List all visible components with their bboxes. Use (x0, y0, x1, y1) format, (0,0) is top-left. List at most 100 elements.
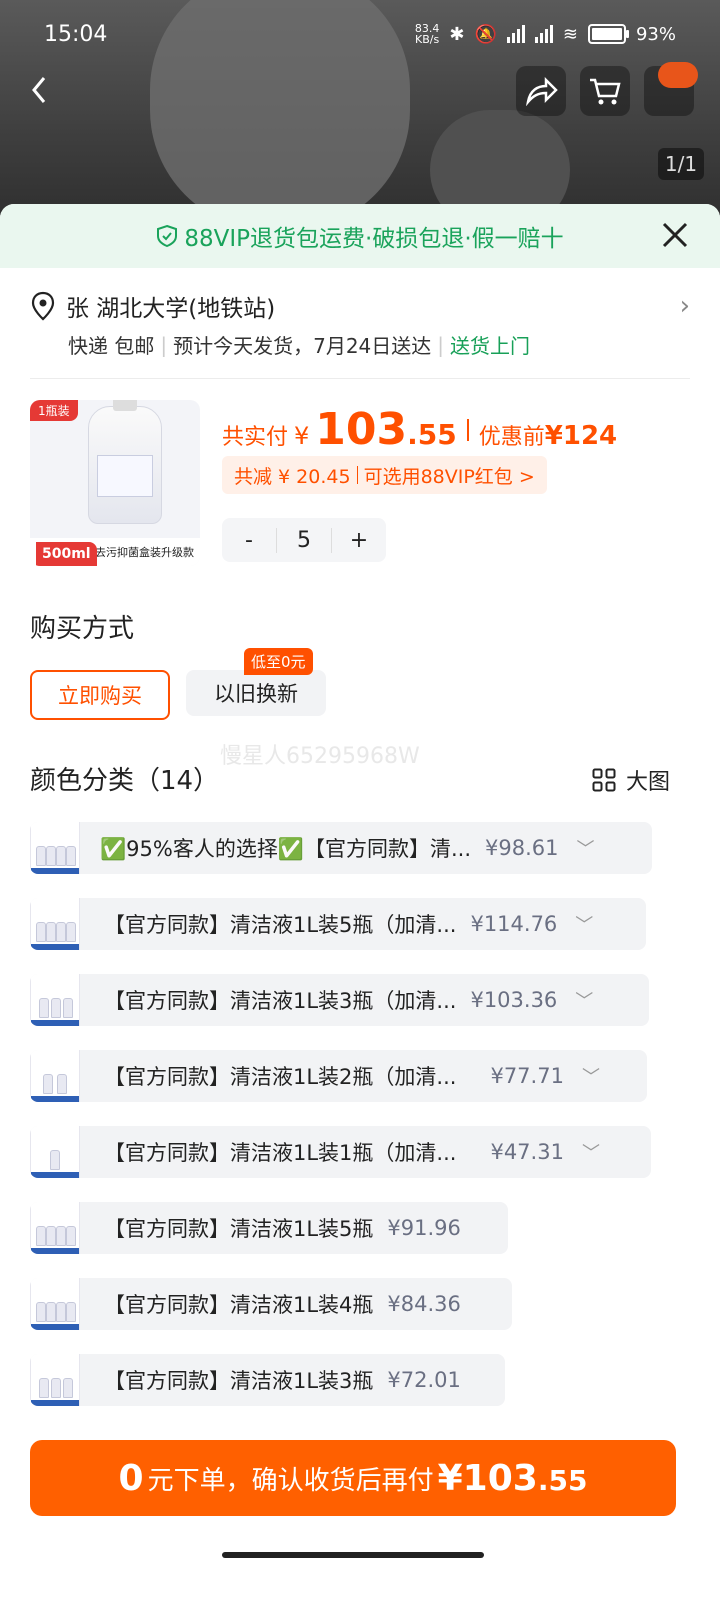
cta-amount-dec: .55 (537, 1463, 588, 1497)
buy-now-option[interactable]: 立即购买 (30, 670, 170, 720)
color-option[interactable]: 【官方同款】清洁液1L装3瓶（加清... ¥103.36 ﹀ (30, 974, 649, 1026)
color-title: 颜色分类（14） (30, 766, 220, 796)
option-price: ¥72.01 (387, 1368, 461, 1392)
close-icon (662, 222, 688, 248)
option-name: 【官方同款】清洁液1L装5瓶（加清... (104, 913, 457, 937)
currency: ¥ (294, 422, 310, 450)
option-name: 【官方同款】清洁液1L装4瓶 (104, 1293, 374, 1317)
chevron-left-icon (32, 77, 46, 103)
option-thumbnail (30, 1202, 80, 1254)
product-image-banner: 15:04 83.4 KB/s ✱ 🔕 ≋ 93% 1/1 (0, 0, 720, 220)
product-thumbnail[interactable]: 1瓶装 去污抑菌盒装升级款 500ml (30, 400, 200, 566)
price-decimal: .55 (407, 418, 457, 451)
option-name: 【官方同款】清洁液1L装3瓶 (104, 1369, 374, 1393)
trade-in-option[interactable]: 以旧换新 (186, 670, 326, 716)
color-option[interactable]: 【官方同款】清洁液1L装3瓶 ¥72.01 (30, 1354, 505, 1406)
option-name: ✅95%客人的选择✅【官方同款】清... (100, 837, 471, 861)
chevron-down-icon[interactable]: ﹀ (575, 987, 593, 1013)
signal-icon (534, 25, 553, 43)
image-pager: 1/1 (658, 148, 704, 180)
color-option[interactable]: 【官方同款】清洁液1L装4瓶 ¥84.36 (30, 1278, 512, 1330)
shield-check-icon (157, 224, 178, 248)
option-name: 【官方同款】清洁液1L装1瓶（加清... (104, 1141, 457, 1165)
close-button[interactable] (660, 220, 690, 250)
color-option[interactable]: ✅95%客人的选择✅【官方同款】清... ¥98.61 ﹀ (30, 822, 652, 874)
option-thumbnail (30, 898, 80, 950)
qty-minus-button[interactable]: - (222, 528, 276, 553)
qty-plus-button[interactable]: + (332, 528, 386, 553)
purchase-title: 购买方式 (30, 614, 135, 644)
color-option[interactable]: 【官方同款】清洁液1L装5瓶 ¥91.96 (30, 1202, 508, 1254)
address-text: 张 湖北大学(地铁站) (66, 296, 276, 322)
option-thumbnail (30, 1126, 80, 1178)
option-price: ¥84.36 (387, 1292, 461, 1316)
more-button[interactable] (644, 62, 698, 116)
qty-value[interactable]: 5 (276, 527, 332, 553)
discount-badge[interactable]: 共减 ¥ 20.45 可选用88VIP红包 > (222, 456, 547, 494)
option-price: ¥47.31 (490, 1140, 564, 1164)
battery-level: 93% (635, 23, 676, 45)
redpack-link: 可选用88VIP红包 > (363, 465, 535, 488)
option-name: 【官方同款】清洁液1L装2瓶（加清... (104, 1065, 457, 1089)
divider (30, 378, 690, 379)
net-speed: 83.4 KB/s (414, 22, 440, 46)
paid-label: 共实付 (222, 425, 289, 450)
quantity-stepper: - 5 + (222, 518, 386, 562)
vip-guarantee-text: 88VIP退货包运费·破损包退·假一赔十 (184, 226, 564, 252)
color-option[interactable]: 【官方同款】清洁液1L装5瓶（加清... ¥114.76 ﹀ (30, 898, 646, 950)
option-thumbnail (30, 1278, 80, 1330)
chevron-right-icon: › (679, 291, 690, 321)
cta-amount-int: ¥103 (437, 1457, 538, 1499)
mute-icon: 🔕 (474, 23, 497, 45)
share-icon (526, 76, 558, 106)
price-integer: 103 (315, 404, 408, 455)
option-name: 【官方同款】清洁液1L装5瓶 (104, 1217, 374, 1241)
discount-amount: 共减 ¥ 20.45 (234, 465, 351, 488)
vip-guarantee-bar: 88VIP退货包运费·破损包退·假一赔十 (0, 204, 720, 268)
before-value: ¥124 (544, 421, 618, 451)
option-name: 【官方同款】清洁液1L装3瓶（加清... (104, 989, 457, 1013)
cart-icon (590, 78, 621, 105)
trade-in-badge: 低至0元 (244, 648, 313, 675)
option-price: ¥103.36 (470, 988, 558, 1012)
cart-button[interactable] (580, 66, 630, 116)
chevron-down-icon[interactable]: ﹀ (576, 835, 594, 861)
home-indicator[interactable] (222, 1552, 484, 1558)
place-order-button[interactable]: 0 元下单，确认收货后再付 ¥103.55 (30, 1440, 676, 1516)
chevron-down-icon[interactable]: ﹀ (575, 911, 593, 937)
chevron-down-icon[interactable]: ﹀ (582, 1139, 600, 1165)
option-price: ¥114.76 (470, 912, 558, 936)
option-price: ¥77.71 (490, 1064, 564, 1088)
price-row: 共实付 ¥ 103.55 优惠前 ¥124 (222, 404, 617, 455)
big-view-label: 大图 (625, 770, 670, 795)
option-price: ¥91.96 (387, 1216, 461, 1240)
cta-amount: ¥103.55 (438, 1458, 588, 1499)
color-option[interactable]: 【官方同款】清洁液1L装1瓶（加清... ¥47.31 ﹀ (30, 1126, 651, 1178)
wifi-icon: ≋ (562, 23, 578, 45)
status-time: 15:04 (44, 21, 108, 47)
big-view-toggle[interactable]: 大图 (592, 764, 670, 796)
option-price: ¥98.61 (485, 836, 559, 860)
location-pin-icon (31, 291, 55, 321)
delivery-address[interactable]: 张 湖北大学(地铁站) › 快递 包邮 | 预计今天发货，7月24日送达 | 送… (30, 288, 690, 359)
ship-estimate: 预计今天发货，7月24日送达 (173, 334, 432, 358)
grid-icon (592, 768, 616, 792)
share-button[interactable] (516, 66, 566, 116)
option-thumbnail (30, 822, 80, 874)
door-delivery: 送货上门 (450, 334, 531, 358)
bottle-image (88, 400, 162, 524)
battery-icon (587, 24, 629, 44)
cta-zero: 0 (118, 1457, 144, 1499)
status-bar: 15:04 83.4 KB/s ✱ 🔕 ≋ 93% (44, 18, 676, 50)
sku-sheet: 88VIP退货包运费·破损包退·假一赔十 张 湖北大学(地铁站) › 快递 包邮… (0, 204, 720, 1600)
watermark: 慢星人65295968W (220, 744, 420, 769)
signal-icon (506, 25, 525, 43)
option-thumbnail (30, 974, 80, 1026)
pack-tag: 1瓶装 (30, 400, 78, 421)
express-text: 快递 包邮 (68, 334, 155, 358)
color-option[interactable]: 【官方同款】清洁液1L装2瓶（加清... ¥77.71 ﹀ (30, 1050, 647, 1102)
chevron-down-icon[interactable]: ﹀ (582, 1063, 600, 1089)
cta-text: 元下单，确认收货后再付 (147, 1465, 434, 1496)
option-thumbnail (30, 1354, 80, 1406)
back-button[interactable] (26, 72, 62, 108)
